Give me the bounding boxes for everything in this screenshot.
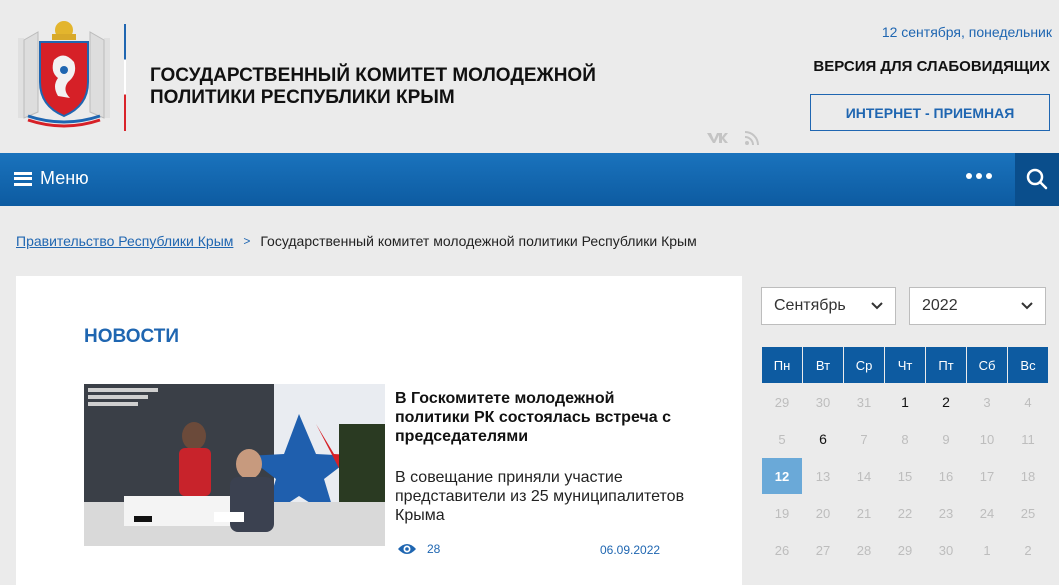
- org-title-line1: ГОСУДАРСТВЕННЫЙ КОМИТЕТ МОЛОДЕЖНОЙ: [150, 65, 596, 86]
- tricolor-divider: [124, 24, 126, 131]
- calendar-day[interactable]: 10: [967, 421, 1007, 457]
- calendar-day[interactable]: 7: [844, 421, 884, 457]
- calendar-day[interactable]: 31: [844, 384, 884, 420]
- ellipsis-icon[interactable]: [966, 173, 992, 179]
- calendar-day[interactable]: 3: [967, 384, 1007, 420]
- visually-impaired-version-link[interactable]: ВЕРСИЯ ДЛЯ СЛАБОВИДЯЩИХ: [813, 58, 1050, 75]
- weekday-header: Вт: [803, 347, 843, 383]
- weekday-header: Пт: [926, 347, 966, 383]
- news-panel: НОВОСТИ В Госкомитете молодежной политик…: [16, 276, 742, 585]
- calendar-day[interactable]: 16: [926, 458, 966, 494]
- news-description: В совещание приняли участие представител…: [395, 469, 685, 524]
- calendar-day[interactable]: 27: [803, 532, 843, 568]
- calendar-day-today[interactable]: 12: [762, 458, 802, 494]
- news-title[interactable]: В Госкомитете молодежной политики РК сос…: [395, 389, 685, 446]
- chevron-down-icon: [871, 302, 883, 310]
- news-heading[interactable]: НОВОСТИ: [84, 326, 179, 348]
- views-count: 28: [427, 542, 441, 556]
- organization-title[interactable]: ГОСУДАРСТВЕННЫЙ КОМИТЕТ МОЛОДЕЖНОЙ ПОЛИТ…: [150, 65, 670, 109]
- current-date: 12 сентября, понедельник: [881, 24, 1052, 40]
- calendar-day[interactable]: 28: [844, 532, 884, 568]
- calendar-week-row: 26 27 28 29 30 1 2: [762, 532, 1048, 568]
- calendar-day[interactable]: 19: [762, 495, 802, 531]
- calendar-day[interactable]: 21: [844, 495, 884, 531]
- weekday-header: Вс: [1008, 347, 1048, 383]
- calendar-week-row: 29 30 31 1 2 3 4: [762, 384, 1048, 420]
- calendar-day[interactable]: 4: [1008, 384, 1048, 420]
- crimea-coat-of-arms-icon[interactable]: [18, 20, 110, 130]
- month-select[interactable]: Сентябрь: [761, 287, 896, 325]
- menu-label: Меню: [40, 168, 89, 188]
- calendar-day[interactable]: 6: [803, 421, 843, 457]
- calendar-day[interactable]: 13: [803, 458, 843, 494]
- calendar-weekdays-row: Пн Вт Ср Чт Пт Сб Вс: [762, 347, 1048, 383]
- internet-reception-button[interactable]: ИНТЕРНЕТ - ПРИЕМНАЯ: [810, 94, 1050, 131]
- search-icon: [1026, 168, 1048, 190]
- weekday-header: Ср: [844, 347, 884, 383]
- calendar-week-row: 19 20 21 22 23 24 25: [762, 495, 1048, 531]
- calendar-day[interactable]: 15: [885, 458, 925, 494]
- search-button[interactable]: [1015, 153, 1059, 206]
- breadcrumb-separator: >: [243, 234, 251, 248]
- breadcrumb: Правительство Республики Крым > Государс…: [16, 233, 697, 249]
- calendar-day[interactable]: 5: [762, 421, 802, 457]
- news-views: 28: [397, 542, 440, 556]
- calendar-day[interactable]: 18: [1008, 458, 1048, 494]
- calendar-day[interactable]: 30: [803, 384, 843, 420]
- year-select[interactable]: 2022: [909, 287, 1046, 325]
- year-select-value: 2022: [922, 297, 958, 314]
- calendar-day[interactable]: 9: [926, 421, 966, 457]
- calendar-day[interactable]: 8: [885, 421, 925, 457]
- calendar-day[interactable]: 1: [967, 532, 1007, 568]
- news-date: 06.09.2022: [600, 543, 661, 557]
- calendar-day[interactable]: 2: [926, 384, 966, 420]
- calendar-day[interactable]: 22: [885, 495, 925, 531]
- social-links: [706, 130, 760, 146]
- calendar-day[interactable]: 17: [967, 458, 1007, 494]
- site-header: ГОСУДАРСТВЕННЫЙ КОМИТЕТ МОЛОДЕЖНОЙ ПОЛИТ…: [0, 0, 1059, 153]
- calendar-day[interactable]: 26: [762, 532, 802, 568]
- calendar-day[interactable]: 1: [885, 384, 925, 420]
- breadcrumb-parent-link[interactable]: Правительство Республики Крым: [16, 233, 233, 249]
- menu-button[interactable]: Меню: [14, 168, 89, 189]
- weekday-header: Пн: [762, 347, 802, 383]
- calendar-day[interactable]: 23: [926, 495, 966, 531]
- calendar-day[interactable]: 29: [762, 384, 802, 420]
- calendar-day[interactable]: 24: [967, 495, 1007, 531]
- calendar-day[interactable]: 11: [1008, 421, 1048, 457]
- calendar-day[interactable]: 2: [1008, 532, 1048, 568]
- calendar-day[interactable]: 14: [844, 458, 884, 494]
- month-select-value: Сентябрь: [774, 297, 846, 314]
- rss-icon[interactable]: [744, 130, 760, 146]
- vk-icon[interactable]: [706, 131, 728, 145]
- calendar-day[interactable]: 29: [885, 532, 925, 568]
- org-title-line2: ПОЛИТИКИ РЕСПУБЛИКИ КРЫМ: [150, 87, 455, 108]
- news-photo[interactable]: [84, 384, 385, 546]
- hamburger-icon: [14, 171, 32, 186]
- weekday-header: Чт: [885, 347, 925, 383]
- chevron-down-icon: [1021, 302, 1033, 310]
- weekday-header: Сб: [967, 347, 1007, 383]
- main-navbar: Меню: [0, 153, 1059, 206]
- calendar-day[interactable]: 25: [1008, 495, 1048, 531]
- calendar-grid: Пн Вт Ср Чт Пт Сб Вс 29 30 31 1 2 3 4 5 …: [761, 346, 1049, 569]
- eye-icon: [398, 544, 416, 554]
- calendar-day[interactable]: 30: [926, 532, 966, 568]
- calendar-day[interactable]: 20: [803, 495, 843, 531]
- calendar-week-row: 5 6 7 8 9 10 11: [762, 421, 1048, 457]
- calendar-week-row: 12 13 14 15 16 17 18: [762, 458, 1048, 494]
- breadcrumb-current: Государственный комитет молодежной полит…: [260, 233, 697, 249]
